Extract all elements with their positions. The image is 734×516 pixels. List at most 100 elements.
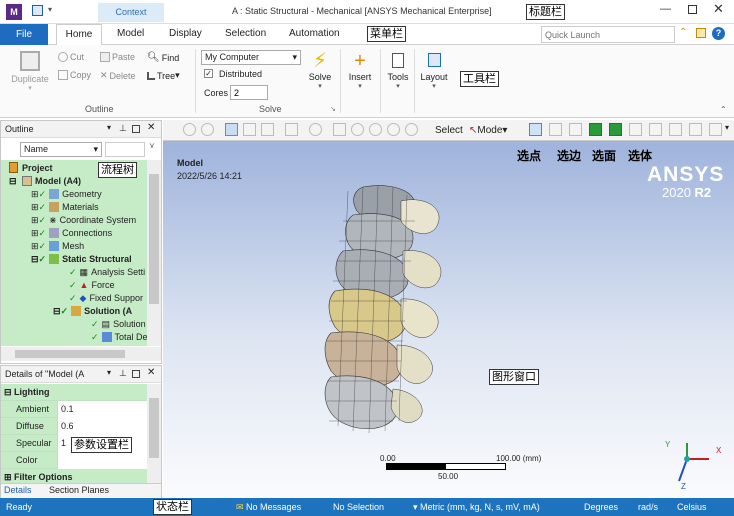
scrollbar-thumb[interactable] [15, 350, 125, 358]
tab-automation[interactable]: Automation [289, 28, 340, 39]
distributed-checkbox[interactable]: ✓ [204, 69, 213, 78]
select-mode-icon[interactable] [285, 123, 298, 136]
edges-view-icon[interactable] [261, 123, 274, 136]
tab-details[interactable]: Details [4, 485, 32, 495]
delete-button[interactable]: ✕ Delete [100, 70, 136, 81]
tree-item-force[interactable]: ✓ ▲ Force [69, 279, 114, 292]
element-select-icon[interactable] [709, 123, 722, 136]
tab-model[interactable]: Model [117, 28, 144, 39]
wireframe-view-icon[interactable] [243, 123, 256, 136]
scrollbar-thumb[interactable] [149, 174, 159, 304]
select-face-icon[interactable] [569, 123, 582, 136]
tab-section-planes[interactable]: Section Planes [49, 485, 109, 495]
collapse-ribbon-icon[interactable]: ⌃ [679, 27, 687, 38]
tree-item-model[interactable]: ⊟ Model (A4) [9, 175, 81, 188]
clear-select-icon[interactable] [689, 123, 702, 136]
insert-button[interactable]: + Insert ▾ [345, 50, 375, 90]
tree-item-coordinate-systems[interactable]: ⊞✓ ⋇ Coordinate System [31, 214, 136, 227]
search-field[interactable] [105, 142, 145, 157]
maximize-icon[interactable] [132, 370, 140, 378]
duplicate-button[interactable]: Duplicate ▾ [8, 49, 52, 97]
tab-selection[interactable]: Selection [225, 28, 266, 39]
tree-item-solution-information[interactable]: ✓ ▤ Solution [91, 318, 146, 331]
tab-home[interactable]: Home [56, 24, 102, 45]
box-zoom-icon[interactable] [369, 123, 382, 136]
details-vertical-scrollbar[interactable] [147, 384, 161, 484]
tree-item-static-structural[interactable]: ⊟✓ Static Structural [31, 253, 132, 266]
cores-input[interactable] [230, 85, 268, 100]
context-tab[interactable]: Context [98, 3, 164, 22]
zoom-icon[interactable] [351, 123, 364, 136]
tree-item-solution[interactable]: ⊟✓ Solution (A [53, 305, 132, 318]
feedback-icon[interactable] [696, 28, 706, 38]
node-select-icon[interactable] [669, 123, 682, 136]
restore-button[interactable] [688, 5, 697, 14]
quick-launch-input[interactable] [541, 26, 675, 43]
group-header-filter-options[interactable]: ⊞ Filter Options [1, 469, 147, 484]
tab-display[interactable]: Display [169, 28, 202, 39]
scrollbar-thumb[interactable] [149, 398, 159, 458]
select-mode-dropdown[interactable]: ↖Mode▾ [469, 125, 507, 136]
solve-button[interactable]: ⚡︎ Solve ▾ [305, 50, 335, 90]
cut-button[interactable]: Cut [58, 52, 84, 62]
pin-icon[interactable]: ⊥ [119, 368, 127, 379]
tools-button[interactable]: Tools ▾ [383, 50, 413, 90]
status-rate-units[interactable]: rad/s [638, 499, 658, 515]
help-icon[interactable]: ? [712, 27, 725, 40]
dialog-launcher-icon[interactable]: ↘ [330, 105, 336, 113]
status-messages[interactable]: ✉︎ No Messages [236, 499, 301, 515]
copy-button[interactable]: Copy [58, 70, 91, 80]
layout-button[interactable]: Layout ▾ [417, 50, 451, 90]
property-row-ambient[interactable]: Ambient 0.1 [1, 401, 147, 418]
panel-menu-icon[interactable]: ▾ [107, 368, 111, 377]
quick-access-dropdown-icon[interactable]: ▾ [48, 5, 52, 14]
tree-item-project[interactable]: Project [9, 162, 53, 175]
magnifier-icon[interactable] [405, 123, 418, 136]
paste-button[interactable]: Paste [100, 52, 135, 62]
name-filter-select[interactable]: Name ▾ [20, 142, 102, 157]
pan-icon[interactable] [333, 123, 346, 136]
mesh-select-icon[interactable] [629, 123, 642, 136]
group-header-lighting[interactable]: ⊟ Lighting [1, 384, 147, 401]
tree-item-total-deformation[interactable]: ✓ Total De [91, 331, 147, 344]
maximize-icon[interactable] [132, 125, 140, 133]
tree-item-materials[interactable]: ⊞✓ Materials [31, 201, 99, 214]
rotate-icon[interactable] [309, 123, 322, 136]
outline-vertical-scrollbar[interactable] [147, 160, 161, 346]
shaded-view-icon[interactable] [225, 123, 238, 136]
tree-button[interactable]: Tree ▾ [147, 70, 180, 81]
select-edge-icon[interactable] [549, 123, 562, 136]
tree-item-connections[interactable]: ⊞✓ Connections [31, 227, 112, 240]
select-element-face-icon[interactable] [609, 123, 622, 136]
tree-item-mesh[interactable]: ⊞✓ Mesh [31, 240, 84, 253]
property-row-diffuse[interactable]: Diffuse 0.6 [1, 418, 147, 435]
close-icon[interactable]: ✕ [147, 122, 155, 133]
tree-item-geometry[interactable]: ⊞✓ Geometry [31, 188, 102, 201]
zoom-out-icon[interactable] [201, 123, 214, 136]
outline-horizontal-scrollbar[interactable] [1, 347, 161, 361]
expand-all-icon[interactable]: ⋎ [149, 141, 155, 150]
select-body-icon[interactable] [589, 123, 602, 136]
find-button[interactable]: 🔍︎ Find [147, 52, 179, 63]
graphics-viewport[interactable]: Model 2022/5/26 14:21 选点 选边 选面 选体 ANSYS … [163, 141, 734, 498]
select-vertex-icon[interactable] [529, 123, 542, 136]
extend-select-icon[interactable] [649, 123, 662, 136]
tree-item-fixed-support[interactable]: ✓ ◆ Fixed Suppor [69, 292, 143, 305]
status-angle-units[interactable]: Degrees [584, 499, 618, 515]
spine-model[interactable] [303, 181, 453, 441]
solver-target-select[interactable]: My Computer ▾ [201, 50, 301, 65]
panel-menu-icon[interactable]: ▾ [107, 123, 111, 132]
close-icon[interactable]: ✕ [147, 367, 155, 378]
save-icon[interactable] [32, 5, 43, 16]
fit-icon[interactable] [387, 123, 400, 136]
file-menu[interactable]: File [0, 24, 48, 45]
status-units[interactable]: ▾ Metric (mm, kg, N, s, mV, mA) [413, 499, 540, 515]
close-button[interactable]: ✕ [713, 1, 724, 17]
toolbar-overflow-icon[interactable]: ▾ [725, 123, 729, 132]
tree-item-analysis-settings[interactable]: ✓ ▦ Analysis Setti [69, 266, 145, 279]
status-temperature-units[interactable]: Celsius [677, 499, 707, 515]
property-row-color[interactable]: Color [1, 452, 147, 469]
collapse-ribbon-icon[interactable]: ⌃ [720, 105, 727, 114]
minimize-button[interactable]: — [660, 3, 671, 15]
pin-icon[interactable]: ⊥ [119, 123, 127, 134]
